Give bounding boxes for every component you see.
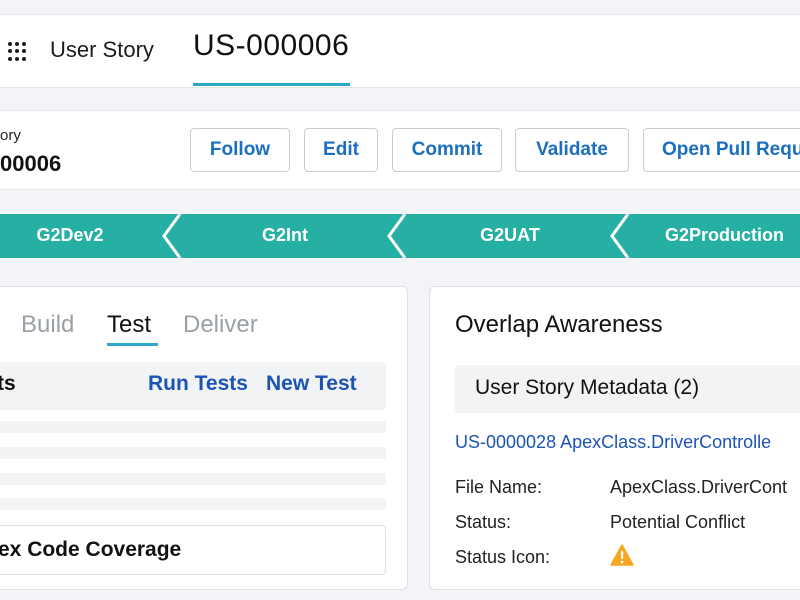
status-value: Potential Conflict (610, 512, 746, 532)
run-tests-link[interactable]: Run Tests (148, 372, 248, 396)
list-item-placeholder (0, 421, 386, 433)
status-icon-label: Status Icon: (455, 547, 551, 567)
metadata-section-header[interactable]: User Story Metadata (2) (455, 365, 800, 413)
app-launcher-icon[interactable] (8, 42, 28, 62)
active-tab-indicator (193, 83, 350, 86)
app-title: User Story (50, 37, 154, 62)
record-header: ory 00006 Follow Edit Commit Validate Op… (0, 110, 800, 190)
active-subtab-indicator (107, 343, 158, 346)
record-name: 00006 (0, 151, 62, 176)
edit-button[interactable]: Edit (304, 128, 378, 172)
status-label: Status: (455, 512, 512, 532)
validate-button[interactable]: Validate (515, 128, 629, 172)
work-panel: Build Test Deliver ts Run Tests New Test… (0, 286, 408, 590)
new-test-link[interactable]: New Test (266, 372, 357, 396)
follow-button[interactable]: Follow (190, 128, 290, 172)
code-coverage-section[interactable]: ex Code Coverage (0, 525, 386, 575)
overlap-record-link[interactable]: US-0000028 ApexClass.DriverControlle (455, 432, 771, 453)
pipeline-path: G2Dev2 G2Int G2UAT G2Production (0, 214, 800, 258)
overlap-awareness-panel: Overlap Awareness User Story Metadata (2… (429, 286, 800, 590)
pipeline-stage-g2production[interactable]: G2Production (665, 225, 800, 246)
object-type-label: ory (0, 127, 21, 144)
pipeline-stage-g2uat[interactable]: G2UAT (460, 225, 560, 246)
list-item-placeholder (0, 498, 386, 510)
tab-deliver[interactable]: Deliver (183, 311, 258, 339)
list-item-placeholder (0, 473, 386, 485)
overlap-awareness-title: Overlap Awareness (455, 311, 663, 338)
open-pull-request-button[interactable]: Open Pull Requ (643, 128, 800, 172)
file-name-label: File Name: (455, 477, 543, 497)
tab-test[interactable]: Test (107, 311, 151, 339)
code-coverage-title: ex Code Coverage (0, 538, 182, 561)
warning-icon (610, 544, 634, 566)
list-item-placeholder (0, 447, 386, 459)
file-name-value: ApexClass.DriverCont (610, 477, 788, 497)
tests-section-title: ts (0, 372, 16, 395)
tab-build[interactable]: Build (21, 311, 74, 339)
tests-section-header: ts Run Tests New Test (0, 362, 386, 410)
tab-record[interactable]: US-000006 (193, 29, 349, 85)
top-nav-bar: User Story US-000006 (0, 14, 800, 88)
commit-button[interactable]: Commit (392, 128, 502, 172)
metadata-section-title: User Story Metadata (2) (475, 376, 700, 399)
pipeline-stage-g2dev2[interactable]: G2Dev2 (20, 225, 120, 246)
pipeline-stage-g2int[interactable]: G2Int (235, 225, 335, 246)
